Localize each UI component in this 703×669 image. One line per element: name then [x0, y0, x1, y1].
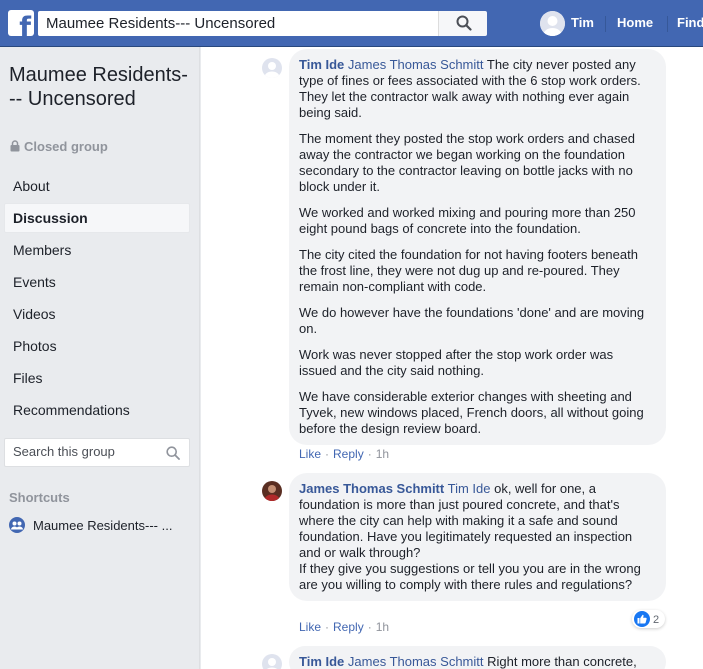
shortcut-item[interactable]: Maumee Residents--- ...: [9, 517, 194, 537]
comment-author[interactable]: James Thomas Schmitt: [299, 481, 444, 496]
group-sidebar: Maumee Residents--- Uncensored Closed gr…: [0, 47, 200, 669]
comment-actions: Like · Reply · 1h: [299, 620, 390, 634]
comment-paragraph: Work was never stopped after the stop wo…: [299, 347, 614, 378]
nav-home-link[interactable]: Home: [617, 15, 653, 30]
comment-mention[interactable]: James Thomas Schmitt: [348, 57, 484, 72]
comment-author[interactable]: Tim Ide: [299, 57, 344, 72]
group-search-box: [4, 438, 190, 467]
comment-paragraph: The city cited the foundation for not ha…: [299, 247, 638, 294]
commenter-avatar[interactable]: [262, 481, 282, 501]
sidebar-item-members[interactable]: Members: [4, 235, 190, 265]
group-title[interactable]: Maumee Residents--- Uncensored: [9, 63, 189, 111]
comment-paragraph: We worked and worked mixing and pouring …: [299, 205, 636, 236]
search-value: Maumee Residents--- Uncensored: [46, 15, 276, 32]
comment-mention[interactable]: Tim Ide: [448, 481, 491, 496]
nav-divider: [605, 16, 606, 32]
comment-timestamp[interactable]: 1h: [376, 620, 389, 634]
commenter-avatar[interactable]: [262, 58, 282, 78]
search-icon: [456, 15, 472, 31]
reaction-count: 2: [653, 614, 660, 626]
comment-paragraph: The moment they posted the stop work ord…: [299, 131, 636, 194]
comment-text: ok, well for one, a foundation is more t…: [299, 481, 641, 592]
like-reaction-icon: [634, 611, 650, 627]
group-privacy-label: Closed group: [10, 139, 108, 154]
group-nav-menu: About Discussion Members Events Videos P…: [4, 171, 190, 427]
privacy-text: Closed group: [24, 139, 108, 154]
sidebar-item-files[interactable]: Files: [4, 363, 190, 393]
reply-link[interactable]: Reply: [333, 620, 364, 634]
shortcuts-heading: Shortcuts: [9, 490, 70, 505]
group-search-input[interactable]: [13, 444, 163, 459]
group-icon: [9, 517, 25, 533]
nav-find-friends-link[interactable]: Find: [677, 15, 703, 30]
sidebar-item-discussion[interactable]: Discussion: [4, 203, 190, 233]
top-navigation-bar: f Maumee Residents--- Uncensored Tim Hom…: [0, 0, 703, 47]
reaction-count-badge[interactable]: 2: [632, 610, 666, 628]
global-search-input[interactable]: Maumee Residents--- Uncensored: [38, 11, 438, 36]
search-button[interactable]: [438, 11, 487, 36]
reply-link[interactable]: Reply: [333, 447, 364, 461]
sidebar-item-events[interactable]: Events: [4, 267, 190, 297]
user-name: Tim: [571, 15, 594, 30]
comment-bubble: James Thomas Schmitt Tim Ide ok, well fo…: [289, 473, 666, 601]
comment-mention[interactable]: James Thomas Schmitt: [348, 654, 484, 669]
sidebar-item-about[interactable]: About: [4, 171, 190, 201]
comment-paragraph: We have considerable exterior changes wi…: [299, 389, 644, 436]
comment-actions: Like · Reply · 1h: [299, 447, 390, 461]
like-link[interactable]: Like: [299, 447, 321, 461]
search-icon[interactable]: [166, 446, 180, 460]
user-avatar: [540, 11, 565, 36]
commenter-avatar[interactable]: [262, 654, 282, 669]
nav-divider: [667, 16, 668, 32]
comment-bubble: Tim Ide James Thomas Schmitt The city ne…: [289, 49, 666, 445]
comment-bubble: Tim Ide James Thomas Schmitt Right more …: [289, 646, 666, 669]
comment-author[interactable]: Tim Ide: [299, 654, 344, 669]
sidebar-item-videos[interactable]: Videos: [4, 299, 190, 329]
like-link[interactable]: Like: [299, 620, 321, 634]
lock-icon: [10, 140, 20, 152]
comments-feed: Tim Ide James Thomas Schmitt The city ne…: [201, 47, 703, 669]
comment-text: Right more than concrete,: [487, 654, 637, 669]
sidebar-item-recommendations[interactable]: Recommendations: [4, 395, 190, 425]
facebook-f-icon[interactable]: f: [8, 10, 34, 36]
shortcut-label: Maumee Residents--- ...: [33, 518, 173, 533]
sidebar-item-photos[interactable]: Photos: [4, 331, 190, 361]
comment-paragraph: We do however have the foundations 'done…: [299, 305, 645, 336]
comment-timestamp[interactable]: 1h: [376, 447, 389, 461]
